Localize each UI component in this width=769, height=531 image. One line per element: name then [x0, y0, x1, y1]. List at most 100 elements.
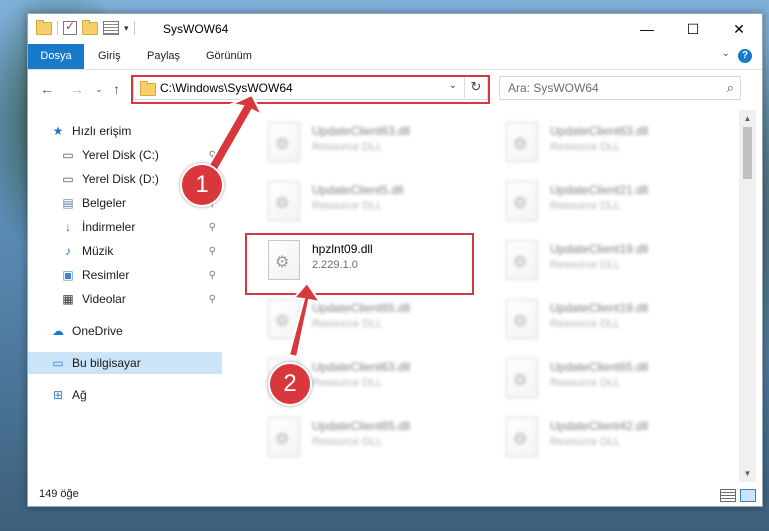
forward-arrow-icon[interactable]: → [70, 81, 84, 97]
pin-icon[interactable]: ⚲ [209, 294, 216, 305]
nav-item-label: OneDrive [72, 324, 123, 338]
search-placeholder: Ara: SysWOW64 [508, 81, 599, 95]
scroll-down-icon[interactable]: ▼ [739, 465, 756, 482]
scroll-up-icon[interactable]: ▲ [739, 110, 756, 127]
vertical-scrollbar[interactable]: ▲ ▼ [739, 110, 756, 482]
chevron-down-icon[interactable]: ⌄ [722, 48, 730, 59]
dll-file-icon [268, 122, 300, 162]
nav-item[interactable]: ★ Hızlı erişim [28, 120, 222, 142]
nav-item[interactable]: ↓ İndirmeler ⚲ [28, 216, 222, 238]
nav-item[interactable]: ▦ Videolar ⚲ [28, 288, 222, 310]
nav-item-label: Videolar [82, 292, 126, 306]
file-name: UpdateClient63.dll [312, 124, 411, 138]
star-icon: ★ [52, 124, 64, 138]
dll-file-icon [506, 417, 538, 457]
dll-file-icon [506, 240, 538, 280]
computer-icon: ▭ [52, 356, 64, 370]
nav-item[interactable]: ♪ Müzik ⚲ [28, 240, 222, 262]
up-arrow-icon[interactable]: ↑ [113, 81, 120, 97]
nav-item-label: Resimler [82, 268, 130, 282]
tab-share[interactable]: Paylaş [147, 44, 180, 69]
file-highlight-box [245, 233, 474, 295]
large-icons-view-icon[interactable] [740, 489, 756, 502]
minimize-button[interactable]: — [624, 14, 670, 44]
new-folder-icon[interactable] [82, 19, 98, 35]
folder-icon [36, 19, 52, 35]
address-highlight-box [131, 75, 490, 104]
file-tile[interactable]: UpdateClient65.dll Resource DLL [494, 352, 724, 402]
file-name: UpdateClient65.dll [550, 360, 649, 374]
file-name: UpdateClient63.dll [550, 124, 649, 138]
nav-item-label: Ağ [72, 388, 87, 402]
help-icon[interactable]: ? [738, 49, 752, 63]
file-description: Resource DLL [550, 141, 621, 153]
file-tile[interactable]: UpdateClient5.dll Resource DLL [256, 175, 486, 225]
window-title: SysWOW64 [163, 22, 229, 36]
file-name: UpdateClient65.dll [312, 301, 411, 315]
file-description: Resource DLL [550, 200, 621, 212]
customize-dropdown-icon[interactable]: ▾ [124, 23, 129, 34]
file-description: Resource DLL [550, 436, 621, 448]
file-description: Resource DLL [312, 436, 383, 448]
tab-view[interactable]: Görünüm [206, 44, 252, 69]
scroll-thumb[interactable] [743, 127, 752, 179]
videos-icon: ▦ [62, 292, 74, 306]
details-view-icon[interactable] [720, 489, 736, 502]
download-icon: ↓ [65, 220, 71, 234]
nav-item-label: Yerel Disk (D:) [82, 172, 159, 186]
nav-item[interactable]: ▭ Yerel Disk (C:) ⚲ [28, 144, 222, 166]
nav-item[interactable]: ⊞ Ağ [28, 384, 222, 406]
pin-icon[interactable]: ⚲ [209, 222, 216, 233]
pin-icon[interactable]: ⚲ [209, 150, 216, 161]
file-name: UpdateClient65.dll [312, 419, 411, 433]
file-description: Resource DLL [550, 318, 621, 330]
title-bar: ▾ SysWOW64 — ☐ ✕ [28, 14, 762, 44]
file-tile[interactable]: UpdateClient19.dll Resource DLL [494, 293, 724, 343]
nav-item-label: Belgeler [82, 196, 127, 210]
file-name: UpdateClient63.dll [312, 360, 411, 374]
dll-file-icon [268, 417, 300, 457]
nav-item[interactable]: ▭ Bu bilgisayar [28, 352, 222, 374]
pin-icon[interactable]: ⚲ [209, 270, 216, 281]
nav-item-label: Yerel Disk (C:) [82, 148, 159, 162]
nav-item[interactable]: ▣ Resimler ⚲ [28, 264, 222, 286]
file-description: Resource DLL [550, 377, 621, 389]
divider [133, 21, 135, 35]
back-arrow-icon[interactable]: ← [40, 81, 54, 97]
tab-home[interactable]: Giriş [98, 44, 121, 69]
file-tile[interactable]: UpdateClient42.dll Resource DLL [494, 411, 724, 461]
search-input[interactable]: Ara: SysWOW64 ⌕ [499, 76, 741, 100]
dll-file-icon [268, 299, 300, 339]
pin-icon[interactable]: ⚲ [209, 246, 216, 257]
recent-dropdown-icon[interactable]: ⌄ [95, 84, 103, 95]
file-list: UpdateClient63.dllResource DLLUpdateClie… [238, 110, 738, 482]
tab-file[interactable]: Dosya [28, 44, 84, 69]
file-description: Resource DLL [312, 318, 383, 330]
cloud-icon: ☁ [52, 324, 64, 338]
file-tile[interactable]: UpdateClient63.dll Resource DLL [256, 116, 486, 166]
status-bar: 149 öğe [28, 484, 762, 506]
nav-item-label: Müzik [82, 244, 114, 258]
file-description: Resource DLL [312, 377, 383, 389]
file-tile[interactable]: UpdateClient21.dll Resource DLL [494, 175, 724, 225]
file-tile[interactable]: UpdateClient19.dll Resource DLL [494, 234, 724, 284]
file-tile[interactable]: UpdateClient63.dll Resource DLL [494, 116, 724, 166]
close-button[interactable]: ✕ [716, 14, 762, 44]
dll-file-icon [506, 358, 538, 398]
search-icon[interactable]: ⌕ [727, 80, 734, 96]
maximize-button[interactable]: ☐ [670, 14, 716, 44]
file-tile[interactable]: UpdateClient65.dll Resource DLL [256, 293, 486, 343]
file-description: Resource DLL [312, 141, 383, 153]
properties-check-icon[interactable] [63, 19, 77, 35]
nav-item-label: İndirmeler [82, 220, 136, 234]
file-name: UpdateClient42.dll [550, 419, 649, 433]
callout-1: 1 [180, 163, 224, 207]
file-tile[interactable]: UpdateClient65.dll Resource DLL [256, 411, 486, 461]
file-name: UpdateClient5.dll [312, 183, 404, 197]
file-name: UpdateClient21.dll [550, 183, 649, 197]
window-controls: — ☐ ✕ [624, 14, 762, 44]
properties-icon[interactable] [103, 21, 119, 35]
pictures-icon: ▣ [62, 268, 74, 282]
item-count: 149 öğe [39, 488, 79, 500]
nav-item[interactable]: ☁ OneDrive [28, 320, 222, 342]
